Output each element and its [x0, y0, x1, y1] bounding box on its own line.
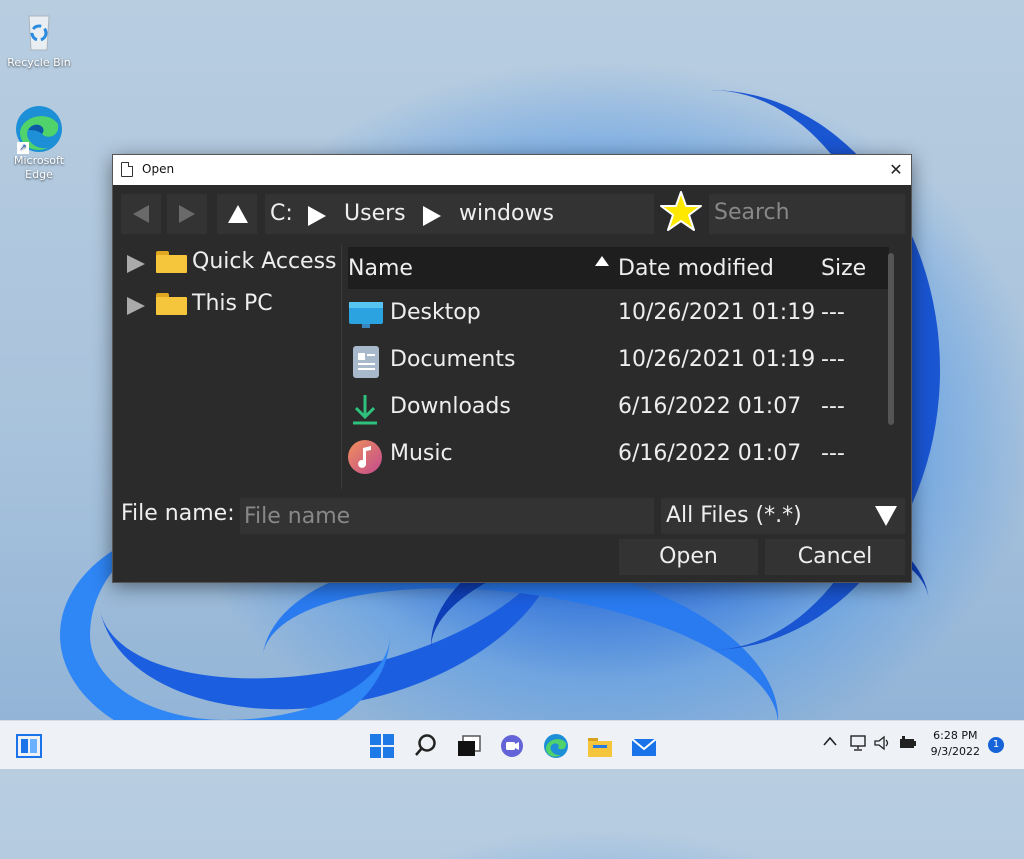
file-date: 6/16/2022 01:07: [618, 441, 802, 466]
battery-icon[interactable]: [898, 735, 918, 755]
edge-icon: ↗: [16, 104, 62, 154]
clock[interactable]: 6:28 PM 9/3/2022: [931, 728, 980, 760]
favorite-star-icon[interactable]: [659, 190, 703, 238]
file-explorer-icon[interactable]: [587, 733, 613, 759]
column-header-row: Name Date modified Size: [348, 247, 889, 289]
vertical-scrollbar[interactable]: [888, 253, 894, 425]
teams-chat-icon[interactable]: [499, 733, 525, 759]
chevron-down-icon: [875, 506, 897, 526]
edge-shortcut[interactable]: ↗ Microsoft Edge: [1, 104, 77, 182]
forward-arrow-icon: [179, 205, 195, 223]
navigation-pane: Quick Access This PC: [121, 245, 341, 485]
file-size: ---: [821, 347, 845, 372]
file-size: ---: [821, 300, 845, 325]
file-name: Music: [390, 441, 453, 466]
up-arrow-icon: [228, 205, 248, 223]
breadcrumb-separator-icon: [423, 206, 441, 226]
folder-icon: [156, 251, 187, 273]
widgets-icon[interactable]: [16, 733, 42, 759]
dialog-title: Open: [142, 162, 175, 176]
shortcut-arrow-icon: ↗: [17, 142, 29, 154]
title-bar[interactable]: Open ✕: [113, 155, 911, 185]
edge-label-line2: Edge: [25, 168, 53, 181]
breadcrumb-users[interactable]: Users: [344, 201, 406, 226]
downloads-folder-icon: [348, 393, 384, 425]
clock-date: 9/3/2022: [930, 745, 980, 758]
file-name: Documents: [390, 347, 516, 372]
file-type-value: All Files (*.*): [666, 503, 802, 528]
file-date: 10/26/2021 01:19: [618, 300, 816, 325]
file-name-label: File name:: [121, 501, 235, 526]
clock-time: 6:28 PM: [933, 729, 978, 742]
recycle-bin-shortcut[interactable]: Recycle Bin: [1, 10, 77, 70]
sort-ascending-icon: [595, 256, 609, 266]
breadcrumb-drive[interactable]: C:: [270, 201, 293, 226]
sidebar-item-this-pc[interactable]: This PC: [121, 287, 341, 325]
search-icon[interactable]: [413, 733, 439, 759]
file-date: 10/26/2021 01:19: [618, 347, 816, 372]
column-header-date[interactable]: Date modified: [618, 256, 774, 281]
breadcrumb-windows[interactable]: windows: [459, 201, 554, 226]
expand-arrow-icon[interactable]: [127, 255, 145, 273]
search-input[interactable]: Search: [709, 194, 905, 234]
file-name-field[interactable]: [240, 498, 654, 534]
sidebar-item-label: This PC: [192, 291, 273, 316]
file-date: 6/16/2022 01:07: [618, 394, 802, 419]
expand-arrow-icon[interactable]: [127, 297, 145, 315]
file-size: ---: [821, 394, 845, 419]
column-header-name[interactable]: Name: [348, 256, 413, 281]
documents-folder-icon: [348, 346, 384, 378]
file-row-downloads[interactable]: Downloads 6/16/2022 01:07 ---: [348, 385, 889, 432]
edge-label-line1: Microsoft: [13, 154, 65, 167]
notification-badge[interactable]: 1: [988, 737, 1004, 753]
recycle-bin-label: Recycle Bin: [7, 56, 71, 69]
recycle-bin-icon: [17, 10, 61, 54]
volume-icon[interactable]: [874, 735, 892, 755]
desktop-folder-icon: [348, 299, 384, 331]
show-hidden-icons-chevron-icon[interactable]: [823, 735, 837, 751]
file-row-desktop[interactable]: Desktop 10/26/2021 01:19 ---: [348, 291, 889, 338]
file-row-music[interactable]: Music 6/16/2022 01:07 ---: [348, 432, 889, 479]
file-size: ---: [821, 441, 845, 466]
file-type-select[interactable]: All Files (*.*): [661, 498, 905, 534]
sidebar-item-quick-access[interactable]: Quick Access: [121, 245, 341, 283]
up-button[interactable]: [217, 194, 257, 234]
start-icon[interactable]: [369, 733, 395, 759]
taskbar: 6:28 PM 9/3/2022 1: [0, 720, 1024, 769]
back-arrow-icon: [133, 205, 149, 223]
file-list: Name Date modified Size Desktop 10/26/20…: [341, 245, 904, 489]
column-header-size[interactable]: Size: [821, 256, 866, 281]
breadcrumb-separator-icon: [308, 206, 326, 226]
file-name: Downloads: [390, 394, 511, 419]
mail-icon[interactable]: [631, 733, 657, 759]
document-icon: [121, 162, 133, 177]
sidebar-item-label: Quick Access: [192, 249, 337, 274]
edge-taskbar-icon[interactable]: [543, 733, 569, 759]
file-row-documents[interactable]: Documents 10/26/2021 01:19 ---: [348, 338, 889, 385]
cancel-button[interactable]: Cancel: [765, 539, 905, 575]
close-button[interactable]: ✕: [881, 155, 911, 185]
forward-button[interactable]: [167, 194, 207, 234]
open-dialog: Open ✕ C: Users windows Search Quick Acc…: [112, 154, 912, 583]
network-icon[interactable]: [850, 735, 868, 755]
folder-icon: [156, 293, 187, 315]
open-button[interactable]: Open: [619, 539, 758, 575]
back-button[interactable]: [121, 194, 161, 234]
music-folder-icon: [348, 440, 384, 474]
file-name: Desktop: [390, 300, 481, 325]
task-view-icon[interactable]: [456, 733, 482, 759]
breadcrumb[interactable]: C: Users windows: [265, 194, 654, 234]
